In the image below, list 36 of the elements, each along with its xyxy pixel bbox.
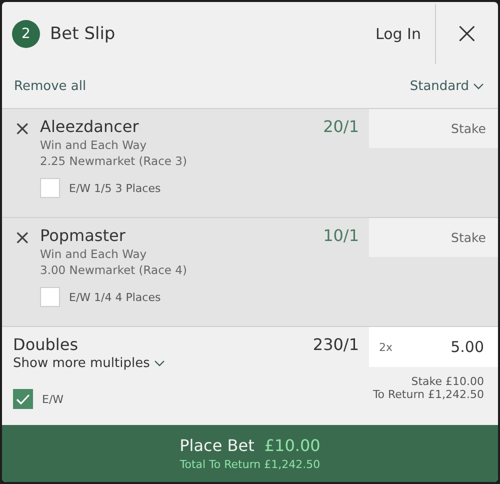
stake-field[interactable]: Stake <box>369 109 498 148</box>
market-text: Win and Each Way <box>40 247 148 261</box>
stake-field[interactable]: 2x 5.00 <box>369 327 498 367</box>
multiplier-label: 2x <box>379 340 393 354</box>
checkbox[interactable] <box>13 389 33 409</box>
selection-name: Aleezdancer <box>40 117 139 136</box>
stake-total: Stake £10.00 <box>411 375 485 388</box>
remove-all-link[interactable]: Remove all <box>14 79 86 94</box>
chevron-down-icon <box>154 360 165 367</box>
panel-title: Bet Slip <box>50 24 116 44</box>
return-text: To Return £1,242.50 <box>372 388 485 401</box>
remove-button[interactable]: × <box>14 226 40 248</box>
event-text: 2.25 Newmarket (Race 3) <box>40 154 188 168</box>
each-way-label: E/W 1/4 4 Places <box>69 290 161 304</box>
each-way-label: E/W 1/5 3 Places <box>69 182 161 194</box>
market-text: Win and Each Way <box>40 138 148 152</box>
checkbox[interactable] <box>40 287 60 307</box>
close-button[interactable]: × <box>436 4 498 64</box>
selection-name: Popmaster <box>40 226 126 245</box>
multiple-name: Doubles <box>13 335 78 354</box>
checkbox[interactable] <box>40 178 60 198</box>
login-button[interactable]: Log In <box>362 4 436 64</box>
event-text: 3.00 Newmarket (Race 4) <box>40 263 188 277</box>
show-more-link[interactable]: Show more multiples <box>13 356 359 371</box>
chevron-down-icon <box>473 83 484 90</box>
stake-field[interactable]: Stake <box>369 218 498 257</box>
odds: 230/1 <box>312 335 359 354</box>
remove-button[interactable]: × <box>14 117 40 139</box>
count-badge: 2 <box>12 20 40 48</box>
place-bet-button[interactable]: Place Bet £10.00 Total To Return £1,242.50 <box>2 425 498 482</box>
each-way-label: E/W <box>42 392 64 406</box>
stake-value: 5.00 <box>450 338 484 356</box>
odds: 20/1 <box>323 117 359 136</box>
checkmark-icon <box>16 394 30 404</box>
odds: 10/1 <box>323 226 359 245</box>
bet-type-dropdown[interactable]: Standard <box>410 79 484 94</box>
